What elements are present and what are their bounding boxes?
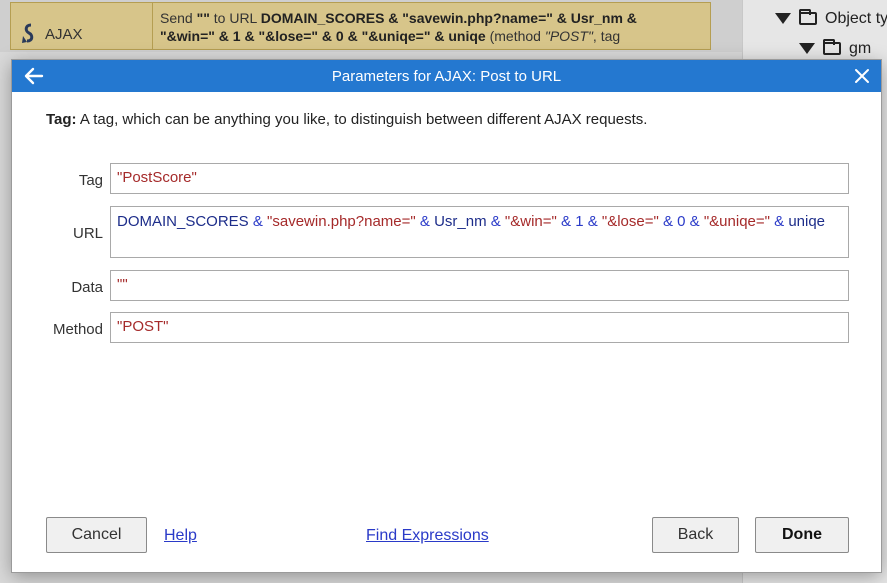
action-params-text: Send "" to URL DOMAIN_SCORES & "savewin.… <box>160 10 637 44</box>
url-token: 0 <box>677 213 686 230</box>
tag-field[interactable]: "PostScore" <box>110 163 849 194</box>
url-token: "&win=" <box>504 213 557 230</box>
data-label: Data <box>71 279 103 296</box>
expand-arrow-icon[interactable] <box>775 13 791 25</box>
url-token: & <box>556 213 576 230</box>
ajax-icon <box>20 22 38 52</box>
url-token: & <box>658 213 678 230</box>
help-link[interactable]: Help <box>164 527 197 545</box>
tree-item-object-types[interactable]: Object ty <box>775 9 887 28</box>
url-token: & <box>769 213 789 230</box>
url-field[interactable]: DOMAIN_SCORES & "savewin.php?name=" & Us… <box>110 206 849 258</box>
method-label: Method <box>52 321 103 338</box>
cancel-button[interactable]: Cancel <box>46 517 147 553</box>
url-token: Usr_nm <box>434 213 487 230</box>
url-token: "&uniqe=" <box>703 213 770 230</box>
parameters-dialog: Parameters for AJAX: Post to URL Tag: A … <box>12 60 881 572</box>
url-label: URL <box>72 225 103 242</box>
parameter-description-text: A tag, which can be anything you like, t… <box>76 111 648 128</box>
url-token: 1 <box>575 213 584 230</box>
tree-item-label: Object ty <box>825 10 887 27</box>
data-field[interactable]: "" <box>110 270 849 301</box>
url-token: & <box>486 213 505 230</box>
action-name: AJAX <box>45 26 83 43</box>
folder-icon <box>799 9 817 26</box>
find-expressions-link[interactable]: Find Expressions <box>366 527 489 545</box>
action-params-cell[interactable]: Send "" to URL DOMAIN_SCORES & "savewin.… <box>153 2 711 50</box>
method-field[interactable]: "POST" <box>110 312 849 343</box>
folder-icon <box>823 39 841 56</box>
tag-value: "PostScore" <box>117 169 197 186</box>
url-token: "savewin.php?name=" <box>267 213 416 230</box>
url-token: & <box>415 213 435 230</box>
tree-item-label: gm <box>849 40 872 57</box>
done-button[interactable]: Done <box>755 517 849 553</box>
url-token: & <box>583 213 602 230</box>
close-icon[interactable] <box>849 63 875 89</box>
parameter-description: Tag: A tag, which can be anything you li… <box>46 111 647 128</box>
expand-arrow-icon[interactable] <box>799 43 815 55</box>
method-value: "POST" <box>117 318 169 335</box>
parameter-description-label: Tag: <box>46 111 77 128</box>
back-button[interactable]: Back <box>652 517 739 553</box>
url-token: & <box>248 213 268 230</box>
tree-item-gm[interactable]: gm <box>799 39 872 58</box>
tag-label: Tag <box>78 172 103 189</box>
dialog-titlebar: Parameters for AJAX: Post to URL <box>12 60 881 92</box>
url-token: "&lose=" <box>601 213 659 230</box>
url-token: DOMAIN_SCORES <box>117 213 249 230</box>
url-token: uniqe <box>788 213 826 230</box>
url-token: & <box>685 213 704 230</box>
data-value: "" <box>117 276 128 293</box>
dialog-title: Parameters for AJAX: Post to URL <box>331 68 562 85</box>
